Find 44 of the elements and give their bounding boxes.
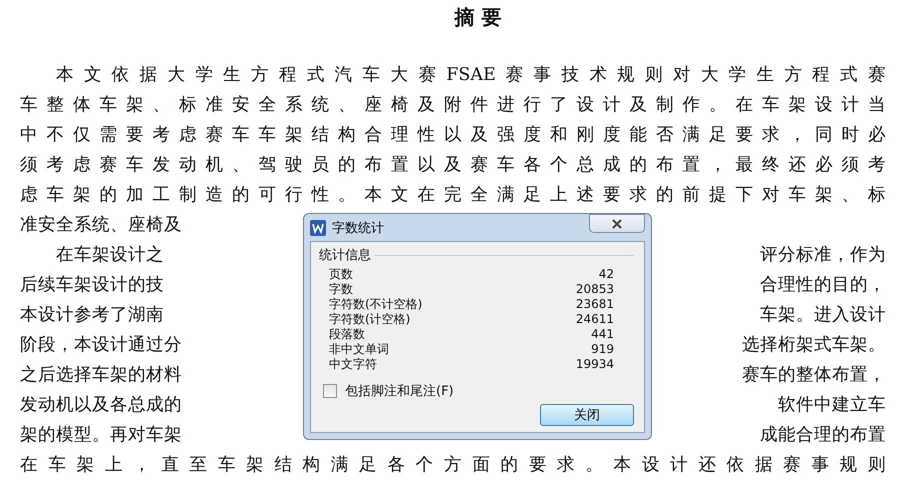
text-line: 在车架设计之 xyxy=(56,244,164,267)
text-line: 选择桁架式车架。 xyxy=(742,334,886,357)
stat-label: 字数 xyxy=(329,282,353,297)
text-line: 后续车架设计的技 xyxy=(20,274,164,297)
group-title: 统计信息 xyxy=(319,247,371,264)
close-dialog-button[interactable]: 关闭 xyxy=(540,404,634,426)
text-line: 中不仅需要考虑赛车车架结构合理性以及强度和刚度能否满足要求，同时必 xyxy=(20,124,886,147)
text-line: 准安全系统、座椅及 xyxy=(20,214,182,237)
stat-label: 字符数(不计空格) xyxy=(329,297,422,312)
close-button[interactable] xyxy=(589,214,645,233)
stat-value: 42 xyxy=(598,267,614,282)
text-line: 车整体车架、标准安全系统、座椅及附件进行了设计及制作。在车架设计当 xyxy=(20,94,886,117)
text-line: 发动机以及各总成的 xyxy=(20,394,182,417)
text-line: 虑车架的加工制造的可行性。本文在完全满足上述要求的前提下对车架、标 xyxy=(20,184,886,207)
text-line: 在车架上，直至车架结构满足各个方面的要求。本设计还依据赛事规则 xyxy=(20,454,886,477)
stat-value: 919 xyxy=(591,342,614,357)
text-line: 本文依据大学生方程式汽车大赛FSAE赛事技术规则对大学生方程式赛 xyxy=(56,64,886,87)
checkbox[interactable] xyxy=(323,384,337,398)
stat-value: 24611 xyxy=(576,312,614,327)
text-line: 合理性的目的， xyxy=(760,274,886,297)
page-title: 摘 要 xyxy=(453,4,502,31)
text-line: 之后选择车架的材料 xyxy=(20,364,182,387)
app-logo-icon xyxy=(310,220,326,236)
text-line: 本设计参考了湖南 xyxy=(20,304,164,327)
stat-value: 19934 xyxy=(576,357,614,372)
stat-label: 页数 xyxy=(329,267,353,282)
dialog-title: 字数统计 xyxy=(332,220,385,236)
checkbox-label: 包括脚注和尾注(F) xyxy=(345,383,454,400)
stat-value: 441 xyxy=(591,327,614,342)
text-line: 成能合理的布置 xyxy=(760,424,886,447)
text-line: 车架。进入设计 xyxy=(760,304,886,327)
stat-label: 字符数(计空格) xyxy=(329,312,410,327)
text-line: 阶段，本设计通过分 xyxy=(20,334,182,357)
text-line: 架的模型。再对车架 xyxy=(20,424,182,447)
stat-value: 23681 xyxy=(576,297,614,312)
text-line: 须考虑赛车发动机、驾驶员的布置以及赛车各个总成的布置，最终还必须考 xyxy=(20,154,886,177)
text-line: 赛车的整体布置， xyxy=(742,364,886,387)
stat-label: 段落数 xyxy=(329,327,365,342)
stat-label: 非中文单词 xyxy=(329,342,389,357)
text-line: 评分标准，作为 xyxy=(760,244,886,267)
text-line: 软件中建立车 xyxy=(778,394,886,417)
close-icon xyxy=(610,218,624,228)
stat-label: 中文字符 xyxy=(329,357,377,372)
stat-value: 20853 xyxy=(576,282,614,297)
